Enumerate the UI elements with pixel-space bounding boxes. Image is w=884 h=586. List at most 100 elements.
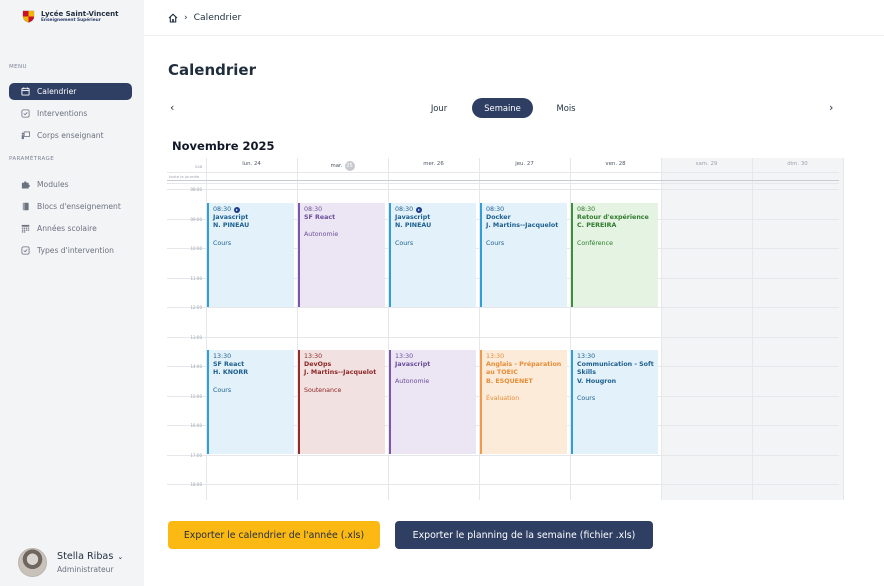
- sidebar-item-label: Années scolaire: [37, 224, 97, 233]
- day-header: jeu. 27: [479, 161, 570, 167]
- day-label: mer. 26: [423, 161, 444, 167]
- event-card[interactable]: 13:30 DevOps J. Martins--Jacquelot Soutenan…: [298, 350, 385, 454]
- breadcrumb-current: Calendrier: [193, 12, 242, 23]
- day-header: mar. 25: [297, 161, 388, 171]
- event-card[interactable]: 13:30 Javascript Autonomie: [389, 350, 476, 454]
- next-week-button[interactable]: ›: [829, 101, 833, 114]
- event-card[interactable]: 13:30 Anglais - Préparation au TOEIC B. ES…: [480, 350, 567, 454]
- day-separator: [752, 158, 753, 500]
- teacher-icon: [21, 131, 30, 140]
- event-type: Cours: [395, 239, 414, 247]
- event-title: DevOps: [304, 361, 332, 369]
- export-week-button[interactable]: Exporter le planning de la semaine (fich…: [395, 521, 653, 549]
- event-time-row: 08:30: [395, 206, 476, 214]
- event-type: Soutenance: [304, 386, 342, 394]
- event-type: Cours: [577, 394, 596, 402]
- event-time-row: 08:30: [304, 206, 385, 214]
- event-teacher: B. ESQUENET: [486, 377, 533, 385]
- sidebar-item-corps-enseignant[interactable]: Corps enseignant: [9, 127, 132, 144]
- day-label: mar.: [330, 163, 343, 169]
- hour-line: [167, 454, 839, 456]
- time-label: 14:00: [190, 364, 202, 369]
- sidebar-item-annees[interactable]: Années scolaire: [9, 220, 132, 237]
- event-card[interactable]: 08:30 Docker J. Martins--Jacquelot Cours: [480, 203, 567, 307]
- event-time: 13:30: [395, 353, 414, 360]
- brand[interactable]: Lycée Saint-Vincent Enseignement Supérie…: [22, 10, 118, 23]
- event-type: Autonomie: [395, 378, 430, 386]
- sidebar: Lycée Saint-Vincent Enseignement Supérie…: [0, 0, 144, 586]
- all-day-label: toute la journée: [169, 174, 200, 179]
- event-time: 08:30: [395, 206, 414, 213]
- breadcrumb-separator: ›: [184, 12, 188, 23]
- week-calendar: S48 toute la journée lun. 24 mar. 25 mer. 26 j…: [167, 158, 844, 500]
- event-card[interactable]: 08:30 Javascript N. PINEAU Cours: [389, 203, 476, 307]
- sidebar-item-label: Modules: [37, 180, 69, 189]
- time-label: 09:00: [190, 216, 202, 222]
- event-title: SF React: [304, 214, 336, 222]
- day-label: jeu. 27: [515, 161, 534, 167]
- menu-section-label: MENU: [9, 64, 27, 70]
- day-label: sam. 29: [695, 161, 718, 167]
- event-teacher: C. PEREIRA: [577, 222, 617, 230]
- event-card[interactable]: 08:30 Javascript N. PINEAU Cours: [207, 203, 294, 307]
- user-menu[interactable]: Stella Ribas ⌄ Administrateur: [18, 548, 123, 577]
- puzzle-icon: [21, 181, 30, 189]
- day-label: lun. 24: [242, 161, 261, 167]
- hour-line: [167, 484, 839, 485]
- event-type: Cours: [213, 386, 232, 394]
- day-header: lun. 24: [206, 161, 297, 167]
- sidebar-item-modules[interactable]: Modules: [9, 176, 132, 193]
- sidebar-item-interventions[interactable]: Interventions: [9, 105, 132, 122]
- event-card[interactable]: 13:30 SF React H. KNORR Cours: [207, 350, 294, 454]
- time-label: 12:00: [190, 305, 202, 310]
- hour-line: [167, 336, 839, 338]
- day-separator: [843, 158, 844, 500]
- prev-week-button[interactable]: ‹: [170, 101, 174, 114]
- export-year-button[interactable]: Exporter le calendrier de l'année (.xls): [168, 521, 380, 549]
- day-header: mer. 26: [388, 161, 479, 167]
- list-check-icon: [21, 109, 30, 118]
- event-teacher: V. Hougron: [577, 377, 617, 385]
- event-type: Évaluation: [486, 394, 520, 402]
- event-title: Docker: [486, 214, 511, 222]
- calendar-grid-icon: [21, 224, 30, 233]
- event-type: Autonomie: [304, 231, 339, 239]
- breadcrumb: › Calendrier: [144, 0, 884, 36]
- day-header: ven. 28: [570, 161, 661, 167]
- calendar-icon: [21, 87, 30, 96]
- event-title: SF React: [213, 361, 245, 369]
- view-week-button[interactable]: Semaine: [472, 98, 533, 118]
- home-icon[interactable]: [168, 13, 178, 23]
- time-label: 16:00: [190, 423, 202, 428]
- time-label: 11:00: [190, 275, 202, 281]
- sidebar-item-calendrier[interactable]: Calendrier: [9, 83, 132, 100]
- weekend-column: [752, 158, 843, 500]
- event-time: 13:30: [577, 353, 596, 360]
- all-day-line: [167, 180, 839, 181]
- list-check-icon: [21, 246, 30, 255]
- event-card[interactable]: 08:30 Retour d'expérience C. PEREIRA Confér…: [571, 203, 658, 307]
- event-time-row: 13:30: [577, 353, 658, 361]
- header-line: [167, 172, 839, 173]
- view-day-button[interactable]: Jour: [418, 98, 460, 118]
- event-card[interactable]: 13:30 Communication - Soft Skills V. Hougr…: [571, 350, 658, 454]
- event-time: 13:30: [213, 353, 232, 360]
- week-number: S48: [195, 164, 203, 169]
- month-title: Novembre 2025: [172, 139, 275, 153]
- event-title: Javascript: [395, 214, 431, 222]
- event-card[interactable]: 08:30 SF React Autonomie: [298, 203, 385, 307]
- view-month-button[interactable]: Mois: [546, 98, 586, 118]
- sidebar-item-blocs[interactable]: Blocs d'enseignement: [9, 198, 132, 215]
- user-name: Stella Ribas: [57, 551, 114, 562]
- event-time-row: 13:30: [213, 353, 294, 361]
- event-time: 08:30: [486, 206, 505, 213]
- chevron-down-icon: ⌄: [117, 552, 124, 561]
- weekend-column: [661, 158, 752, 500]
- time-label: 13:00: [190, 334, 202, 340]
- sidebar-item-types-intervention[interactable]: Types d'intervention: [9, 242, 132, 259]
- settings-section-label: PARAMÉTRAGE: [9, 156, 55, 162]
- day-label: dim. 30: [787, 161, 808, 167]
- day-separator: [661, 158, 662, 500]
- event-time-row: 08:30: [577, 206, 658, 214]
- sidebar-item-label: Corps enseignant: [37, 131, 104, 140]
